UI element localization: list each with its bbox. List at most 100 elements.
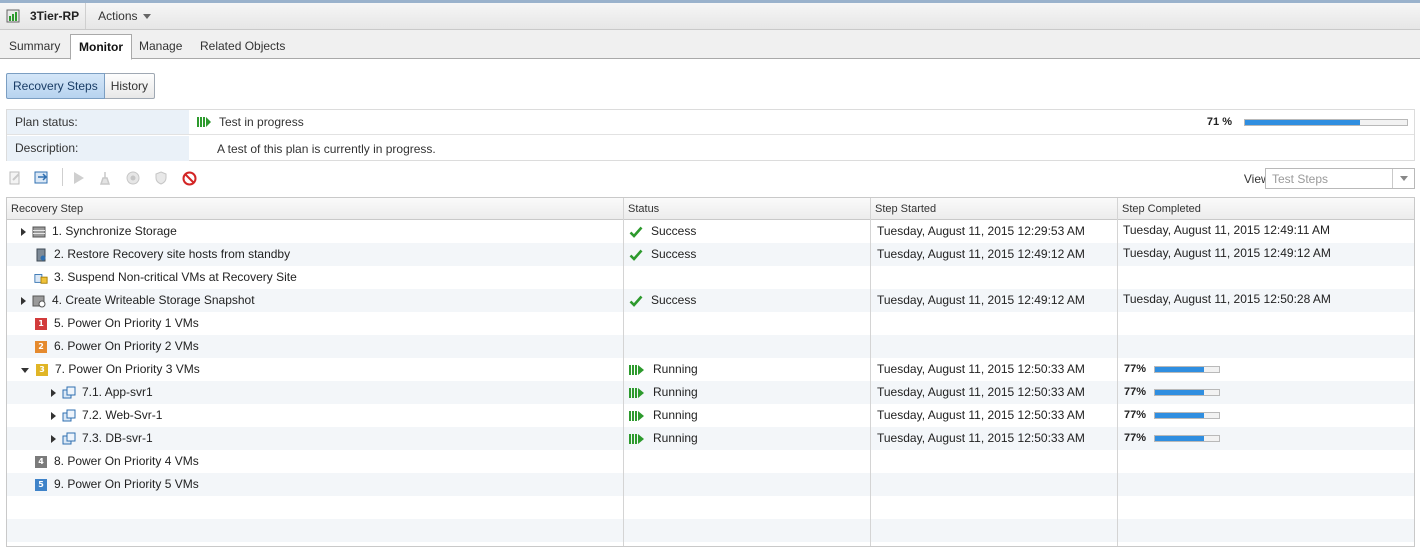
dropdown-arrow[interactable] — [1392, 169, 1414, 188]
running-icon — [197, 117, 211, 127]
status-cell: Running — [629, 427, 698, 450]
plan-status-panel: Plan status: Test in progress 71 % Descr… — [6, 109, 1415, 161]
priority-4-icon: 4 — [34, 455, 48, 469]
step-progress-fill — [1155, 390, 1205, 395]
expand-right-icon[interactable] — [51, 411, 56, 420]
table-row[interactable]: 7.2. Web-Svr-1 Running Tuesday, August 11,… — [7, 404, 1414, 427]
check-icon — [629, 295, 643, 307]
recovery-steps-button[interactable]: Recovery Steps — [6, 73, 105, 99]
table-row[interactable]: 7.1. App-svr1 Running Tuesday, August 11, … — [7, 381, 1414, 404]
status-cell: Success — [629, 243, 696, 266]
running-icon — [629, 410, 645, 421]
table-row[interactable]: 7.3. DB-svr-1 Running Tuesday, August 11, … — [7, 427, 1414, 450]
table-row[interactable]: 3. Suspend Non-critical VMs at Recovery … — [7, 266, 1414, 289]
status-text: Running — [653, 431, 698, 445]
step-progress-bar — [1154, 389, 1220, 396]
completed-progress-cell: 77% — [1124, 404, 1220, 427]
recovery-plan-icon — [6, 9, 20, 23]
tab-monitor[interactable]: Monitor — [70, 34, 132, 60]
tab-bar: Summary Monitor Manage Related Objects — [0, 30, 1420, 60]
priority-badge: 5 — [35, 478, 47, 491]
started-cell: Tuesday, August 11, 2015 12:50:33 AM — [877, 431, 1085, 445]
table-row[interactable]: 2 6. Power On Priority 2 VMs — [7, 335, 1414, 358]
table-row[interactable]: 4. Create Writeable Storage Snapshot Succ… — [7, 289, 1414, 312]
step-cell: 3 7. Power On Priority 3 VMs — [21, 358, 200, 381]
step-progress-fill — [1155, 413, 1205, 418]
completed-cell: Tuesday, August 11, 2015 12:50:28 AM — [1123, 292, 1331, 306]
step-progress-bar — [1154, 435, 1220, 442]
status-text: Success — [651, 247, 697, 261]
view-dropdown[interactable]: Test Steps — [1265, 168, 1415, 189]
completed-progress-cell: 77% — [1124, 358, 1220, 381]
suspend-icon — [34, 271, 48, 285]
status-cell: Running — [629, 404, 698, 427]
status-text: Success — [651, 293, 697, 307]
expand-right-icon[interactable] — [51, 388, 56, 397]
header-step-started[interactable]: Step Started — [871, 198, 936, 220]
step-progress-bar — [1154, 412, 1220, 419]
step-cell: 4. Create Writeable Storage Snapshot — [21, 289, 255, 312]
recovery-icon[interactable] — [124, 169, 142, 187]
step-name: 4. Create Writeable Storage Snapshot — [52, 293, 255, 307]
vm-icon — [62, 409, 76, 423]
history-button[interactable]: History — [104, 73, 156, 99]
priority-1-icon: 1 — [34, 317, 48, 331]
header-recovery-step[interactable]: Recovery Step — [7, 198, 83, 220]
reprotect-shield-icon[interactable] — [152, 169, 170, 187]
cancel-icon[interactable] — [180, 169, 198, 187]
running-icon — [629, 364, 645, 375]
status-cell: Success — [629, 220, 696, 243]
grid-header: Recovery Step Status Step Started Step C… — [7, 198, 1414, 220]
started-cell: Tuesday, August 11, 2015 12:49:12 AM — [877, 293, 1085, 307]
step-cell: 5 9. Power On Priority 5 VMs — [34, 473, 199, 496]
expand-down-icon[interactable] — [21, 368, 29, 373]
step-cell: 1. Synchronize Storage — [21, 220, 177, 243]
step-cell: 3. Suspend Non-critical VMs at Recovery … — [34, 266, 297, 289]
cleanup-icon[interactable] — [96, 169, 114, 187]
header-step-completed[interactable]: Step Completed — [1118, 198, 1201, 220]
plan-progress-fill — [1245, 120, 1361, 125]
table-row[interactable]: 5 9. Power On Priority 5 VMs — [7, 473, 1414, 496]
tab-summary[interactable]: Summary — [1, 34, 68, 59]
completed-progress-cell: 77% — [1124, 381, 1220, 404]
step-name: 8. Power On Priority 4 VMs — [54, 454, 199, 468]
status-text: Success — [651, 224, 697, 238]
tab-related-objects[interactable]: Related Objects — [192, 34, 293, 59]
priority-badge: 1 — [35, 317, 47, 330]
step-name: 7.2. Web-Svr-1 — [82, 408, 163, 422]
recovery-steps-grid: Recovery Step Status Step Started Step C… — [6, 197, 1415, 547]
check-icon — [629, 226, 643, 238]
table-row[interactable]: 4 8. Power On Priority 4 VMs — [7, 450, 1414, 473]
status-text: Running — [653, 385, 698, 399]
actions-menu[interactable]: Actions — [86, 9, 151, 23]
plan-status-text: Test in progress — [219, 115, 304, 129]
step-progress-fill — [1155, 367, 1205, 372]
vm-icon — [62, 386, 76, 400]
expand-right-icon[interactable] — [21, 296, 26, 305]
edit-step-icon[interactable] — [6, 169, 24, 187]
export-steps-icon[interactable] — [33, 169, 51, 187]
table-row[interactable]: 1. Synchronize Storage Success Tuesday, Au… — [7, 220, 1414, 243]
expand-right-icon[interactable] — [51, 434, 56, 443]
toolbar-separator — [62, 168, 63, 186]
run-icon[interactable] — [70, 169, 88, 187]
tab-manage[interactable]: Manage — [131, 34, 190, 59]
step-cell: 4 8. Power On Priority 4 VMs — [34, 450, 199, 473]
table-row[interactable]: 2. Restore Recovery site hosts from stan… — [7, 243, 1414, 266]
steps-toolbar: View: Test Steps — [6, 166, 1415, 190]
step-cell: 1 5. Power On Priority 1 VMs — [34, 312, 199, 335]
step-progress-percent: 77% — [1124, 386, 1147, 398]
table-row[interactable]: 3 7. Power On Priority 3 VMs Running Tuesda… — [7, 358, 1414, 381]
started-cell: Tuesday, August 11, 2015 12:29:53 AM — [877, 224, 1085, 238]
step-progress-percent: 77% — [1124, 432, 1147, 444]
step-name: 9. Power On Priority 5 VMs — [54, 477, 199, 491]
header-status[interactable]: Status — [624, 198, 659, 220]
table-row[interactable]: 1 5. Power On Priority 1 VMs — [7, 312, 1414, 335]
plan-status-value: Test in progress — [197, 110, 304, 134]
step-name: 1. Synchronize Storage — [52, 224, 177, 238]
expand-right-icon[interactable] — [21, 227, 26, 236]
description-value: A test of this plan is currently in prog… — [217, 141, 436, 156]
host-icon — [34, 248, 48, 262]
priority-badge: 2 — [35, 340, 47, 353]
step-progress-bar — [1154, 366, 1220, 373]
